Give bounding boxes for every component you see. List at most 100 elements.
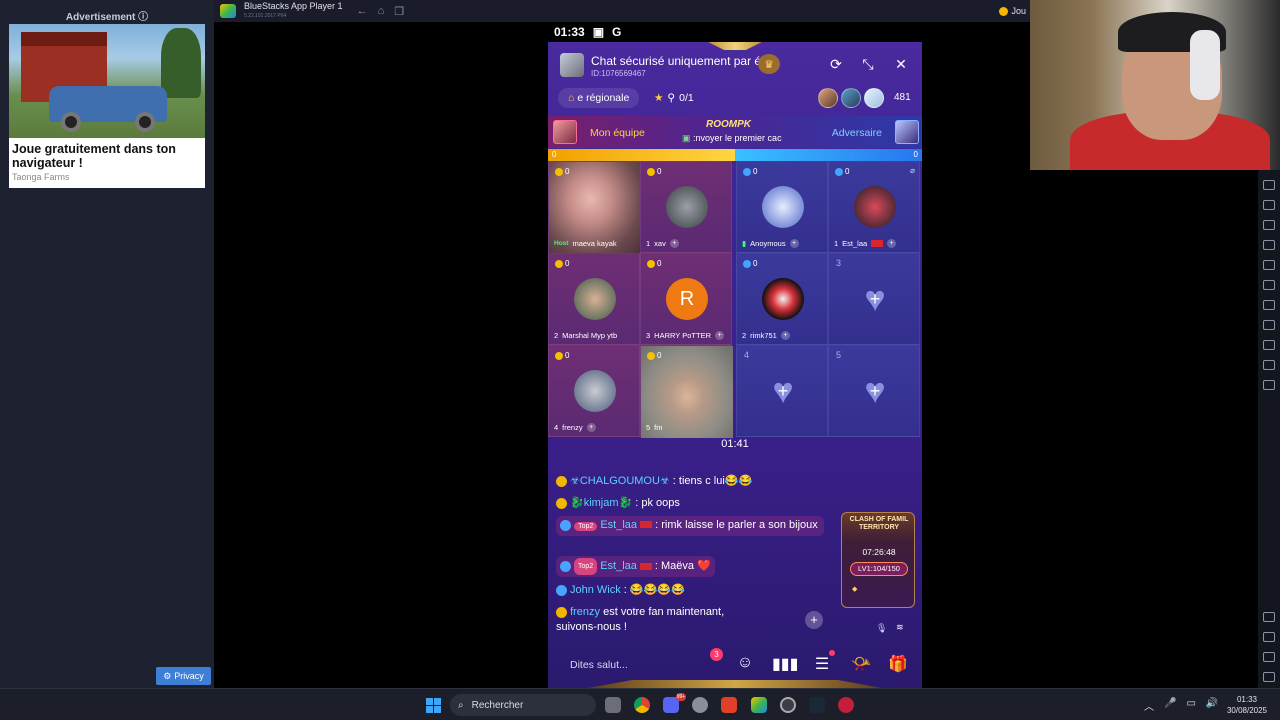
chat-message[interactable]: 🐉kimjam🐉 : pk oops [556,496,680,511]
volume-icon[interactable]: 🔊 [1206,698,1218,713]
toolbar-sync-icon[interactable] [1263,360,1275,370]
chrome-icon[interactable] [634,697,650,713]
empty-seat-3[interactable]: 3 ♥ + [828,253,920,345]
chat-username[interactable]: Est_laa [600,519,637,531]
empty-seat-5[interactable]: 5 ♥ + [828,345,920,437]
follow-plus-icon[interactable]: + [669,239,679,248]
toolbar-back-icon[interactable] [1263,632,1275,642]
minimize-icon[interactable]: ⤡ [859,56,877,73]
privacy-button[interactable]: ⚙ Privacy [156,667,211,685]
taskbar-search[interactable]: ⌕ Rechercher [450,694,596,716]
toolbar-gallery-icon[interactable] [1263,240,1275,250]
chat-username[interactable]: Est_laa [600,559,637,574]
seat-3[interactable]: 0 R 3 HARRY PoTTER + [640,253,732,345]
emoji-icon[interactable]: ☺ [734,654,756,672]
chat-username[interactable]: ☣CHALGOUMOU☣ [570,474,670,489]
seat-coins: 0 [657,167,662,176]
menu-icon[interactable]: ☰ [811,654,833,674]
media-player-icon[interactable] [838,697,854,713]
viewer-avatar[interactable] [864,88,884,108]
plus-icon[interactable]: + [855,372,895,410]
viewer-count[interactable]: 481 [894,92,911,103]
chat-username[interactable]: 🐉kimjam🐉 [570,496,632,511]
seat-1[interactable]: 0 1 xav + [640,161,732,253]
display-icon[interactable]: ▭ [1186,698,1195,713]
my-team-avatar[interactable] [553,120,577,144]
horn-icon[interactable]: 📯 [850,654,872,674]
toolbar-more-icon[interactable] [1263,380,1275,390]
toolbar-layers-icon[interactable] [1263,340,1275,350]
chat-message[interactable]: Top2 Est_laa : rimk laisse le parler a s… [556,516,824,536]
room-avatar[interactable] [560,53,584,77]
chevron-up-icon[interactable]: ︿ [1144,698,1154,713]
toolbar-camera-icon[interactable] [1263,200,1275,210]
chat-message[interactable]: John Wick : 😂😂😂😂 [556,583,685,598]
file-explorer-icon[interactable] [605,697,621,713]
viewer-avatar[interactable] [818,88,838,108]
microphone-icon[interactable]: 🎤 [1164,698,1176,713]
chat-input[interactable]: Dites salut... [570,659,628,671]
gift-icon[interactable]: 🎁 [887,654,909,674]
room-title[interactable]: Chat sécurisé uniquement par é [591,54,761,68]
coin-icon [647,167,655,176]
chat-username[interactable]: John Wick [570,583,621,598]
share-icon[interactable]: ⟳ [827,56,845,73]
follow-plus-icon[interactable]: + [780,331,790,340]
ad-card[interactable]: Joue gratuitement dans ton navigateur ! … [9,24,205,188]
level-badge-icon [556,476,567,487]
ad-title[interactable]: Joue gratuitement dans ton navigateur ! [9,138,205,170]
plus-icon[interactable]: + [855,280,895,318]
toolbar-copy-icon[interactable] [1263,280,1275,290]
opponent-avatar[interactable] [895,120,919,144]
toolbar-home-icon[interactable] [1263,652,1275,662]
mic-icon[interactable]: 🎙 [876,623,887,634]
viewer-avatar[interactable] [841,88,861,108]
add-button[interactable]: + [805,611,823,629]
steam-icon[interactable] [809,697,825,713]
toolbar-settings-icon[interactable] [1263,612,1275,622]
toolbar-record-icon[interactable] [1263,220,1275,230]
seat-2[interactable]: 0 2 Marshal Myp ytb [548,253,640,345]
close-icon[interactable]: ✕ [892,56,910,73]
toolbar-erase-icon[interactable] [1263,300,1275,310]
stars-counter[interactable]: ★ ⚲ 0/1 [648,88,700,108]
follow-plus-icon[interactable]: + [715,331,724,340]
seat-5[interactable]: 0 5 fm [640,345,733,438]
toolbar-screen-icon[interactable] [1263,180,1275,190]
seat-opponent-host[interactable]: 0 ▮ Anoymous + [736,161,828,253]
settings-icon[interactable] [692,697,708,713]
chat-username[interactable]: frenzy [570,606,600,618]
seat-opponent-1[interactable]: 0 ⌀ 1 Est_laa + [828,161,920,253]
brave-icon[interactable] [721,697,737,713]
seat-host[interactable]: 0 Host maeva kayak [548,161,641,254]
windows-icon[interactable]: ❐ [394,5,404,18]
empty-seat-4[interactable]: 4 ♥ + [736,345,828,437]
region-tab[interactable]: ⌂ е régionale [558,88,640,108]
toolbar-airplane-icon[interactable] [1263,260,1275,270]
toolbar-recent-icon[interactable] [1263,672,1275,682]
chat-message[interactable]: Top2 Est_laa : Maëva ❤️ [556,556,715,577]
taskbar-clock[interactable]: 01:33 30/08/2025 [1222,694,1272,716]
audio-wave-icon[interactable]: ▮▮▮ [772,654,798,674]
toolbar-location-icon[interactable] [1263,320,1275,330]
clash-territory-widget[interactable]: CLASH OF FAMIL TERRITORY 07:26:48 LV1:10… [841,512,915,608]
home-icon[interactable]: ⌂ [378,5,385,18]
coin-icon [743,259,751,268]
plus-icon[interactable]: + [763,372,803,410]
crown-icon[interactable]: ♛ [758,54,780,74]
seat-opponent-2[interactable]: 0 2 rimk751 + [736,253,828,345]
chat-message[interactable]: frenzy est votre fan maintenant, suivons… [556,605,756,635]
obs-icon[interactable] [780,697,796,713]
bluestacks-right-label[interactable]: Jou [1011,6,1026,16]
bluestacks-taskbar-icon[interactable] [751,697,767,713]
follow-plus-icon[interactable]: + [789,239,799,248]
windows-start-icon[interactable] [426,698,441,713]
seat-4[interactable]: 0 4 frenzy + [548,345,640,437]
back-arrow-icon[interactable]: ← [357,5,368,18]
ad-brand: Taonga Farms [12,172,70,182]
info-icon[interactable]: ⓘ [138,12,148,23]
ad-image[interactable] [9,24,205,138]
follow-plus-icon[interactable]: + [586,423,596,432]
chat-message[interactable]: ☣CHALGOUMOU☣ : tiens c lui😂😂 [556,474,752,489]
follow-plus-icon[interactable]: + [887,239,897,248]
